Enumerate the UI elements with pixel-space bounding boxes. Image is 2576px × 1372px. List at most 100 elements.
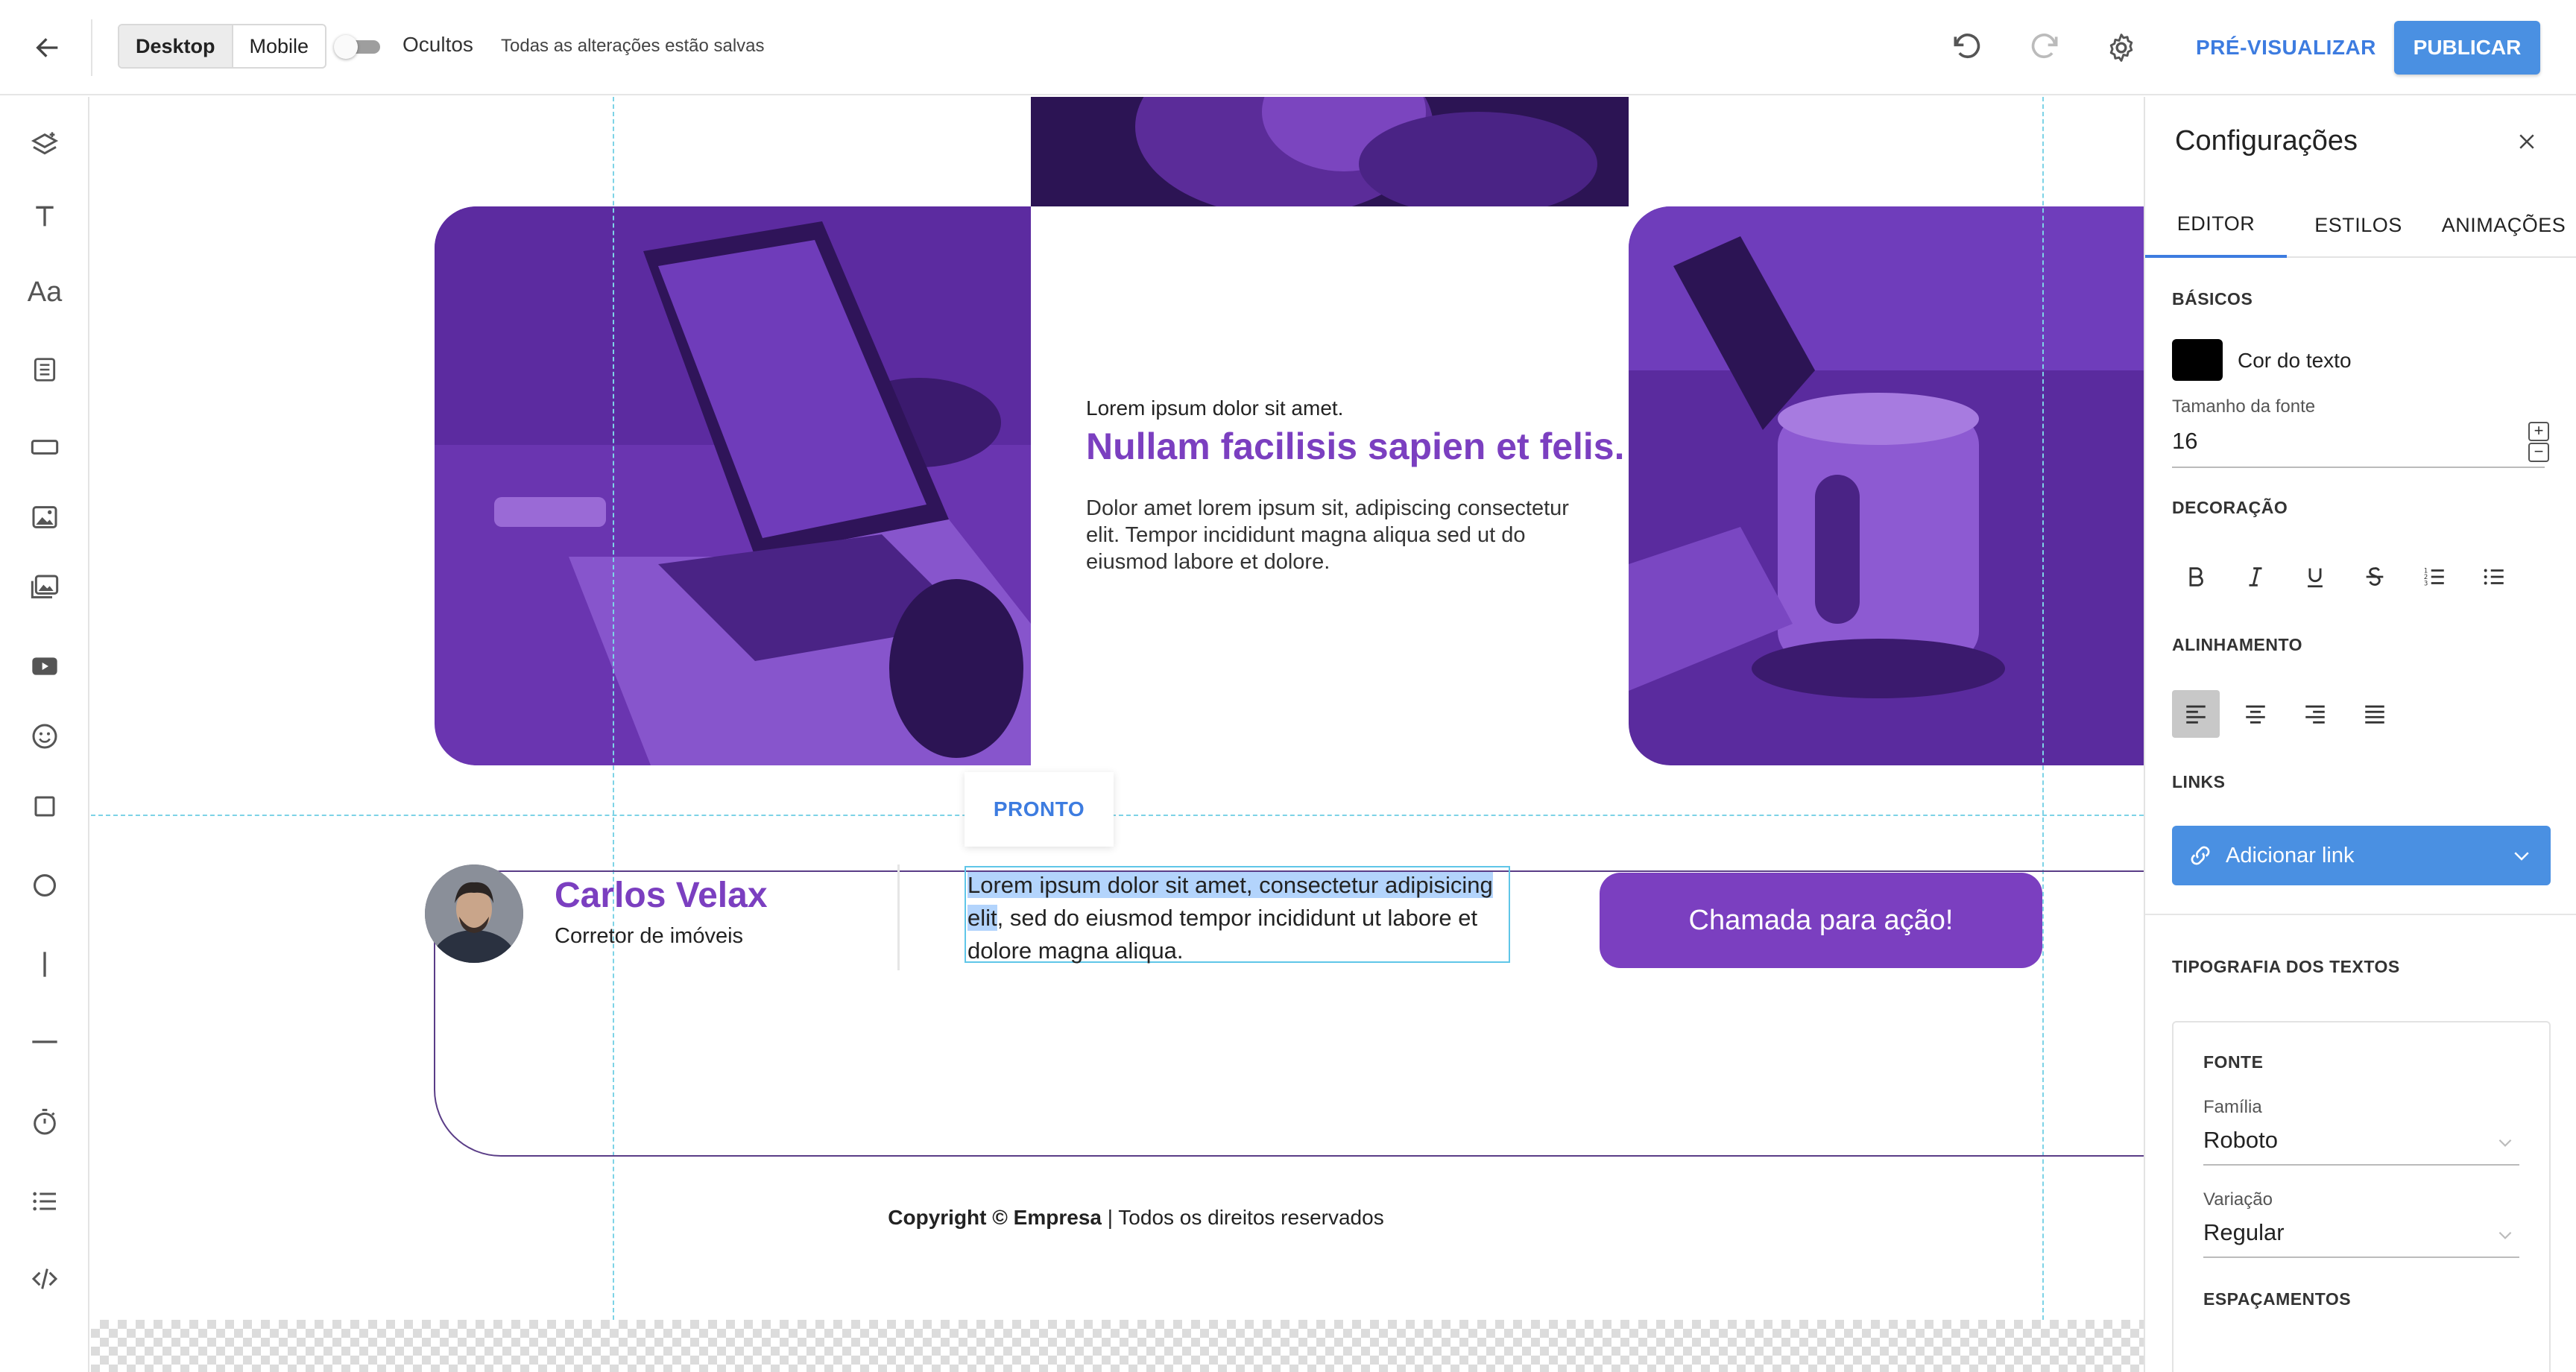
align-right-button[interactable] [2291, 690, 2339, 738]
tab-editor[interactable]: EDITOR [2145, 192, 2287, 258]
tool-code[interactable] [24, 1258, 66, 1300]
back-button[interactable] [27, 27, 69, 69]
bold-button[interactable] [2172, 553, 2220, 601]
tool-typography[interactable]: Aa [24, 271, 66, 313]
selected-text-block[interactable]: Lorem ipsum dolor sit amet, consectetur … [965, 866, 1510, 964]
font-size-label: Tamanho da fonte [2172, 396, 2316, 417]
ordered-list-button[interactable]: 123 [2411, 553, 2458, 601]
font-size-underline [2172, 467, 2545, 468]
laptop-image[interactable] [435, 206, 1031, 765]
font-size-input[interactable]: 16 [2172, 428, 2197, 455]
element-toolbar: Aa [0, 97, 89, 1372]
family-label: Família [2203, 1097, 2262, 1117]
italic-button[interactable] [2232, 553, 2279, 601]
publish-button[interactable]: PUBLICAR [2394, 21, 2540, 75]
copyright-rights: | Todos os direitos reservados [1101, 1206, 1384, 1229]
copyright-owner: Copyright © Empresa [888, 1206, 1102, 1229]
decoration-heading: DECORAÇÃO [2172, 498, 2288, 517]
variation-label: Variação [2203, 1189, 2273, 1210]
font-size-decrement[interactable]: − [2528, 443, 2549, 462]
tool-image[interactable] [24, 496, 66, 538]
align-right-icon [2305, 705, 2325, 724]
guide-line-horizontal [91, 815, 2144, 816]
svg-text:3: 3 [2424, 580, 2428, 587]
typography-icon: Aa [27, 276, 63, 308]
agent-name[interactable]: Carlos Velax [555, 875, 768, 916]
topbar-divider [91, 19, 92, 76]
feature-paragraph[interactable]: Dolor amet lorem ipsum sit, adipiscing c… [1086, 495, 1578, 575]
typography-box: FONTE Família Roboto Variação Regular ES… [2172, 1021, 2551, 1372]
arrow-left-icon [36, 38, 58, 57]
chevron-down-icon[interactable] [2496, 1133, 2515, 1152]
tab-styles[interactable]: ESTILOS [2287, 192, 2430, 258]
vertical-line-icon [43, 952, 46, 977]
links-heading: LINKS [2172, 772, 2226, 791]
horizontal-line-icon [32, 1040, 57, 1043]
tool-list[interactable] [24, 1180, 66, 1222]
hidden-elements-label: Ocultos [402, 33, 473, 56]
text-remaining: , sed do eiusmod tempor incididunt ut la… [967, 905, 1478, 964]
close-panel-button[interactable] [2506, 121, 2548, 162]
top-image[interactable] [1031, 97, 1629, 206]
bullet-list-button[interactable] [2470, 553, 2518, 601]
tool-horizontal-line[interactable] [24, 1021, 66, 1063]
align-center-icon [2246, 705, 2265, 724]
emoji-icon [32, 724, 57, 749]
top-bar: Desktop Mobile Ocultos Todas as alteraçõ… [0, 0, 2576, 95]
square-icon [34, 796, 55, 817]
undo-icon [1954, 34, 1980, 59]
tool-text[interactable] [24, 195, 66, 237]
tool-vertical-line[interactable] [24, 943, 66, 985]
settings-tabs: EDITOR ESTILOS ANIMAÇÕES [2145, 192, 2576, 258]
avatar[interactable] [425, 864, 523, 963]
bullet-list-icon [2484, 569, 2504, 585]
agent-role[interactable]: Corretor de imóveis [555, 924, 743, 949]
font-size-increment[interactable]: + [2528, 422, 2549, 441]
underline-button[interactable] [2291, 553, 2339, 601]
copyright-footer[interactable]: Copyright © Empresa | Todos os direitos … [91, 1206, 2144, 1230]
device-desktop-button[interactable]: Desktop [119, 25, 233, 67]
tool-form[interactable] [24, 349, 66, 391]
align-justify-button[interactable] [2351, 690, 2399, 738]
tool-square[interactable] [24, 785, 66, 827]
underline-icon [2308, 568, 2323, 588]
text-color-swatch[interactable] [2172, 339, 2223, 381]
device-mobile-button[interactable]: Mobile [233, 25, 326, 67]
variation-select[interactable]: Regular [2203, 1219, 2285, 1246]
feature-heading[interactable]: Nullam facilisis sapien et felis. [1086, 425, 1625, 468]
chevron-down-icon [2514, 852, 2529, 861]
chevron-down-icon[interactable] [2496, 1225, 2515, 1245]
preview-button[interactable]: PRÉ-VISUALIZAR [2184, 22, 2388, 73]
tool-layers[interactable] [24, 124, 66, 165]
strikethrough-button[interactable] [2351, 553, 2399, 601]
align-left-button[interactable] [2172, 690, 2220, 738]
text-color-label: Cor do texto [2238, 349, 2352, 372]
redo-button[interactable] [2024, 27, 2066, 69]
tool-gallery[interactable] [24, 566, 66, 608]
align-center-button[interactable] [2232, 690, 2279, 738]
tool-video[interactable] [24, 645, 66, 687]
editor-canvas[interactable]: Lorem ipsum dolor sit amet. Nullam facil… [91, 97, 2144, 1372]
hidden-elements-toggle[interactable] [334, 34, 385, 59]
tool-emoji[interactable] [24, 715, 66, 757]
guide-line-vertical [613, 97, 614, 1320]
hands-photo-icon [1031, 97, 1629, 206]
tab-animations[interactable]: ANIMAÇÕES [2430, 192, 2576, 258]
family-select[interactable]: Roboto [2203, 1127, 2278, 1154]
code-icon [31, 1268, 58, 1289]
tool-button[interactable] [24, 426, 66, 468]
tool-timer[interactable] [24, 1101, 66, 1143]
undo-button[interactable] [1945, 27, 1987, 69]
laptop-photo-icon [435, 206, 1031, 765]
tool-circle[interactable] [24, 864, 66, 906]
cta-button[interactable]: Chamada para ação! [1600, 873, 2042, 968]
bold-icon [2189, 567, 2203, 587]
mug-image[interactable] [1629, 206, 2144, 765]
add-link-button[interactable]: Adicionar link [2172, 826, 2551, 885]
typography-heading: TIPOGRAFIA DOS TEXTOS [2172, 957, 2400, 976]
image-icon [32, 506, 57, 528]
status-badge[interactable]: PRONTO [965, 772, 1114, 847]
feature-kicker[interactable]: Lorem ipsum dolor sit amet. [1086, 396, 1343, 420]
settings-button[interactable] [2100, 27, 2142, 69]
strikethrough-icon [2366, 567, 2384, 587]
